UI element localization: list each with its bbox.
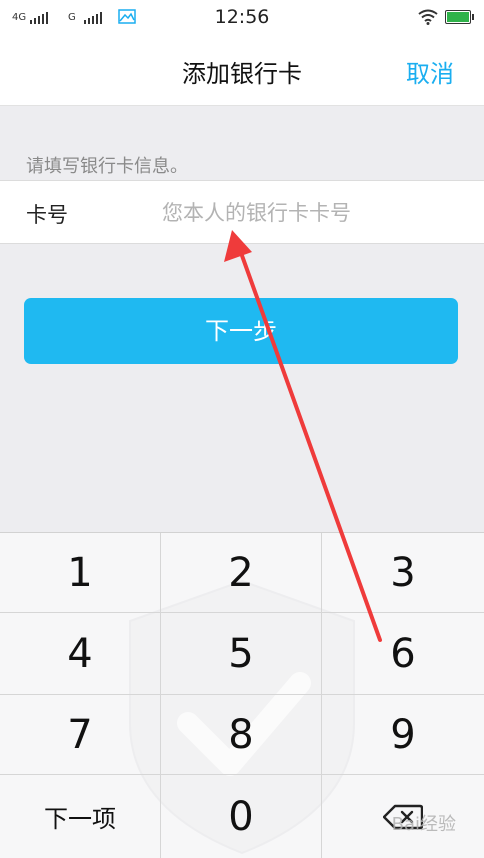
key-1[interactable]: 1 — [0, 533, 161, 613]
key-4[interactable]: 4 — [0, 613, 161, 695]
key-3[interactable]: 3 — [322, 533, 484, 613]
wifi-icon — [418, 9, 438, 25]
key-5[interactable]: 5 — [161, 613, 322, 695]
status-bar: 4G G 12:56 — [0, 0, 484, 34]
battery-level — [447, 12, 469, 22]
nav-bar: 添加银行卡 取消 — [0, 34, 484, 106]
key-7[interactable]: 7 — [0, 695, 161, 775]
clock: 12:56 — [214, 6, 270, 28]
battery-icon — [445, 10, 474, 24]
key-9[interactable]: 9 — [322, 695, 484, 775]
form-hint: 请填写银行卡信息。 — [26, 156, 188, 177]
key-8[interactable]: 8 — [161, 695, 322, 775]
key-2[interactable]: 2 — [161, 533, 322, 613]
card-number-input[interactable] — [162, 193, 462, 233]
watermark-text: Bai经验 — [391, 814, 456, 835]
key-6[interactable]: 6 — [322, 613, 484, 695]
next-field-key[interactable]: 下一项 — [0, 775, 161, 858]
card-number-label: 卡号 — [26, 203, 68, 227]
next-step-button[interactable]: 下一步 — [24, 298, 458, 364]
card-number-row: 卡号 — [0, 180, 484, 244]
key-0[interactable]: 0 — [161, 775, 322, 858]
cancel-button[interactable]: 取消 — [406, 54, 454, 89]
